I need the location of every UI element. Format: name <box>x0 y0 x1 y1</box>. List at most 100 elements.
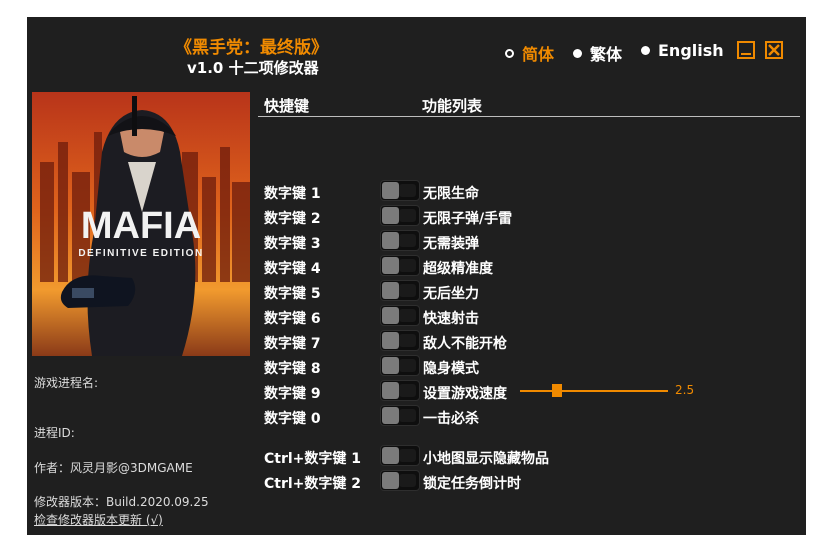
cheat-name: 无需装弹 <box>423 236 479 252</box>
hotkey-header: 快捷键 <box>264 97 310 115</box>
hotkey-label: 数字键 4 <box>264 261 321 277</box>
cheat-name: 隐身模式 <box>423 361 479 377</box>
hotkey-label: Ctrl+数字键 1 <box>264 451 362 467</box>
hotkey-label: 数字键 9 <box>264 386 321 402</box>
toggle-knob <box>382 382 399 399</box>
toggle-groove <box>399 449 416 462</box>
hotkey-label: 数字键 0 <box>264 411 321 427</box>
hotkey-label: 数字键 6 <box>264 311 321 327</box>
header-divider <box>258 116 800 117</box>
cheat-name: 一击必杀 <box>423 411 479 427</box>
close-icon <box>768 44 780 56</box>
lang-label: 简体 <box>522 45 555 64</box>
cheat-name: 快速射击 <box>423 311 479 327</box>
cheat-row: Ctrl+数字键 1 小地图显示隐藏物品 <box>264 445 804 467</box>
cheat-name: 敌人不能开枪 <box>423 336 507 352</box>
cheat-row: 数字键 7 敌人不能开枪 <box>264 330 804 352</box>
toggle-groove <box>399 184 416 197</box>
game-speed-slider-thumb[interactable] <box>552 384 562 397</box>
radio-dot-icon <box>573 48 582 58</box>
hotkey-label: 数字键 3 <box>264 236 321 252</box>
toggle-knob <box>382 447 399 464</box>
cheat-toggle[interactable] <box>380 305 420 326</box>
hotkey-label: 数字键 8 <box>264 361 321 377</box>
cheat-row: 数字键 1 无限生命 <box>264 180 804 202</box>
author-label: 作者：风灵月影@3DMGAME <box>34 461 193 475</box>
toggle-groove <box>399 234 416 247</box>
hotkey-label: 数字键 2 <box>264 211 321 227</box>
trainer-window: 《黑手党：最终版》 v1.0 十二项修改器 简体 繁体 English MAFI… <box>27 17 806 535</box>
cheat-row: 数字键 4 超级精准度 <box>264 255 804 277</box>
cheat-row: 数字键 6 快速射击 <box>264 305 804 327</box>
lang-label: 繁体 <box>590 45 623 64</box>
cheat-row: 数字键 2 无限子弹/手雷 <box>264 205 804 227</box>
radio-selected-icon <box>505 48 514 58</box>
lang-label: English <box>658 41 724 60</box>
toggle-groove <box>399 309 416 322</box>
game-speed-slider-track[interactable] <box>520 390 668 392</box>
game-cover-image: MAFIA DEFINITIVE EDITION <box>32 92 250 356</box>
cheat-name: 无限子弹/手雷 <box>423 211 513 227</box>
cheat-toggle[interactable] <box>380 280 420 301</box>
radio-dot-icon <box>641 46 650 55</box>
cheat-toggle[interactable] <box>380 230 420 251</box>
cheat-toggle[interactable] <box>380 205 420 226</box>
cheat-toggle[interactable] <box>380 355 420 376</box>
toggle-groove <box>399 409 416 422</box>
cheat-row: 数字键 3 无需装弹 <box>264 230 804 252</box>
cheat-row: 数字键 5 无后坐力 <box>264 280 804 302</box>
cover-logo: MAFIA <box>81 205 201 247</box>
toggle-knob <box>382 332 399 349</box>
cheat-row: 数字键 8 隐身模式 <box>264 355 804 377</box>
cheat-name: 超级精准度 <box>423 261 493 277</box>
toggle-knob <box>382 282 399 299</box>
toggle-knob <box>382 307 399 324</box>
toggle-groove <box>399 284 416 297</box>
game-speed-value: 2.5 <box>675 383 695 397</box>
toggle-groove <box>399 359 416 372</box>
toggle-knob <box>382 232 399 249</box>
toggle-knob <box>382 182 399 199</box>
hotkey-label: 数字键 1 <box>264 186 321 202</box>
lang-english[interactable]: English <box>641 41 724 60</box>
cheat-toggle[interactable] <box>380 380 420 401</box>
cheat-toggle[interactable] <box>380 180 420 201</box>
cheat-toggle[interactable] <box>380 330 420 351</box>
toggle-groove <box>399 474 416 487</box>
toggle-knob <box>382 207 399 224</box>
toggle-groove <box>399 209 416 222</box>
hotkey-label: 数字键 7 <box>264 336 321 352</box>
lang-simplified[interactable]: 简体 <box>505 41 554 65</box>
version-label: 修改器版本：Build.2020.09.25 <box>34 495 209 509</box>
cover-subtitle: DEFINITIVE EDITION <box>78 248 203 259</box>
toggle-knob <box>382 472 399 489</box>
cheat-toggle[interactable] <box>380 405 420 426</box>
toggle-knob <box>382 407 399 424</box>
process-id-label: 进程ID: <box>34 426 75 440</box>
toggle-groove <box>399 334 416 347</box>
close-button[interactable] <box>765 41 783 59</box>
cheat-name: 锁定任务倒计时 <box>423 476 521 492</box>
function-header: 功能列表 <box>422 97 483 115</box>
process-name-label: 游戏进程名: <box>34 376 99 390</box>
game-title: 《黑手党：最终版》 <box>175 38 328 58</box>
cheat-toggle[interactable] <box>380 445 420 466</box>
cheat-name: 小地图显示隐藏物品 <box>423 451 549 467</box>
check-update-link[interactable]: 检查修改器版本更新 (√) <box>34 511 163 528</box>
toggle-knob <box>382 357 399 374</box>
cheat-toggle[interactable] <box>380 255 420 276</box>
toggle-groove <box>399 384 416 397</box>
minimize-icon <box>741 53 751 55</box>
toggle-knob <box>382 257 399 274</box>
hotkey-label: 数字键 5 <box>264 286 321 302</box>
cheat-name: 无限生命 <box>423 186 479 202</box>
lang-traditional[interactable]: 繁体 <box>573 41 622 65</box>
trainer-title: v1.0 十二项修改器 <box>187 59 319 77</box>
toggle-groove <box>399 259 416 272</box>
cheat-row: 数字键 0 一击必杀 <box>264 405 804 427</box>
cheat-name: 设置游戏速度 <box>423 386 507 402</box>
cheat-name: 无后坐力 <box>423 286 479 302</box>
cheat-toggle[interactable] <box>380 470 420 491</box>
hotkey-label: Ctrl+数字键 2 <box>264 476 362 492</box>
minimize-button[interactable] <box>737 41 755 59</box>
